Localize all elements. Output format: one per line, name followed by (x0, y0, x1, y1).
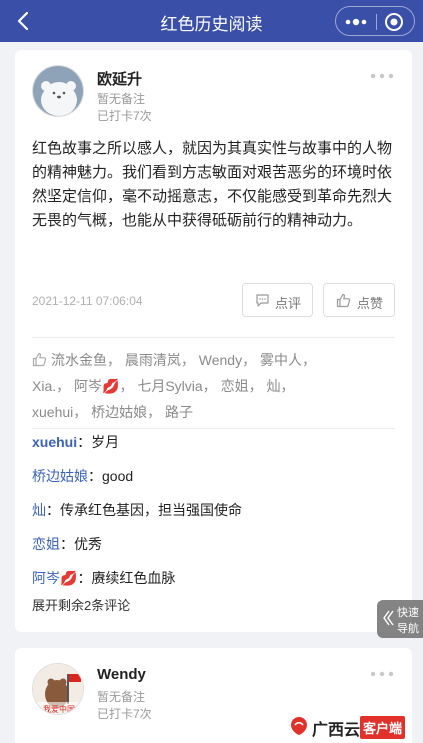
checkin-count: 已打卡7次 (97, 109, 152, 123)
top-bar: 红色历史阅读 (0, 0, 423, 42)
comment-item: 恋姐：优秀 (32, 532, 397, 566)
comment-author[interactable]: 灿 (32, 502, 46, 518)
comment-separator: ： (77, 570, 92, 586)
avatar[interactable]: 我爱中国 (32, 663, 84, 715)
comment-author[interactable]: 恋姐 (32, 536, 60, 552)
brand-tag: 客户端 (360, 716, 406, 739)
comment-button-label: 点评 (275, 296, 302, 311)
guangxiyun-logo-icon (291, 717, 307, 735)
comment-button[interactable]: 点评 (242, 283, 313, 317)
author-note: 暂无备注 (97, 92, 146, 106)
quick-nav-label: 快速 (397, 607, 419, 619)
brand-watermark: 广西云 客户端 (290, 714, 423, 739)
comment-item: 桥边姑娘：good (32, 464, 397, 498)
like-button[interactable]: 点赞 (323, 283, 395, 317)
bear-flag-avatar-icon: 我爱中国 (33, 664, 83, 714)
comment-text: 优秀 (74, 536, 102, 552)
comment-text: 传承红色基因，担当强国使命 (60, 502, 242, 518)
comment-item: xuehui：岁月 (32, 430, 397, 464)
quick-nav-button[interactable]: 快速 导航 (377, 600, 423, 638)
checkin-count: 已打卡7次 (97, 707, 152, 721)
double-chevron-left-icon (383, 610, 394, 626)
comment-author[interactable]: 桥边姑娘 (32, 468, 88, 484)
comment-separator: ： (60, 536, 74, 552)
capsule-divider (376, 14, 377, 30)
author-name[interactable]: 欧延升 (97, 68, 142, 89)
author-name[interactable]: Wendy (97, 666, 146, 683)
likers-row: 流水金鱼， 晨雨清岚， Wendy， 雾中人， (32, 347, 397, 373)
post-time: 2021-12-11 07:06:04 (32, 294, 143, 308)
brand-name: 广西云 (312, 722, 361, 739)
comment-list: xuehui：岁月 桥边姑娘：good 灿：传承红色基因，担当强国使命 恋姐：优… (32, 430, 397, 600)
quick-nav-label: 导航 (397, 623, 419, 635)
divider (32, 337, 395, 338)
post-card: 欧延升 暂无备注 已打卡7次 红色故事之所以感人，就因为其真实性与故事中的人物的… (15, 50, 412, 632)
comment-text: 岁月 (91, 434, 120, 450)
comment-author[interactable]: xuehui (32, 434, 77, 450)
expand-comments-link[interactable]: 展开剩余2条评论 (32, 595, 130, 614)
comment-separator: ： (46, 502, 60, 518)
author-note: 暂无备注 (97, 690, 146, 704)
comment-text: good (102, 468, 134, 484)
like-button-label: 点赞 (357, 296, 384, 311)
avatar-caption: 我爱中国 (43, 704, 75, 714)
liked-thumb-icon (32, 352, 47, 367)
divider (32, 428, 395, 429)
close-target-icon[interactable] (384, 12, 404, 32)
comment-item: 灿：传承红色基因，担当强国使命 (32, 498, 397, 532)
bear-avatar-icon (33, 66, 83, 116)
thumbs-up-icon (336, 293, 351, 308)
comment-separator: ： (77, 434, 92, 450)
comment-separator: ： (88, 468, 102, 484)
comment-icon (256, 294, 269, 307)
post-content: 红色故事之所以感人，就因为其真实性与故事中的人物的精神魅力。我们看到方志敏面对艰… (32, 140, 393, 229)
avatar[interactable] (32, 65, 84, 117)
likers-line: xuehui， 桥边姑娘， 路子 (32, 404, 194, 420)
more-options-icon[interactable] (370, 670, 394, 678)
mini-program-capsule (335, 6, 415, 36)
comment-author[interactable]: 阿岑💋 (32, 570, 77, 586)
likers-list: 流水金鱼， 晨雨清岚， Wendy， 雾中人， Xia.， 阿岑💋， 七月Syl… (32, 347, 397, 425)
more-icon[interactable] (344, 14, 368, 30)
likers-line: 流水金鱼， 晨雨清岚， Wendy， 雾中人， (51, 352, 316, 368)
comment-text: 赓续红色血脉 (91, 570, 176, 586)
more-options-icon[interactable] (370, 72, 394, 80)
likers-line: Xia.， 阿岑💋， 七月Sylvia， 恋姐， 灿， (32, 378, 295, 394)
